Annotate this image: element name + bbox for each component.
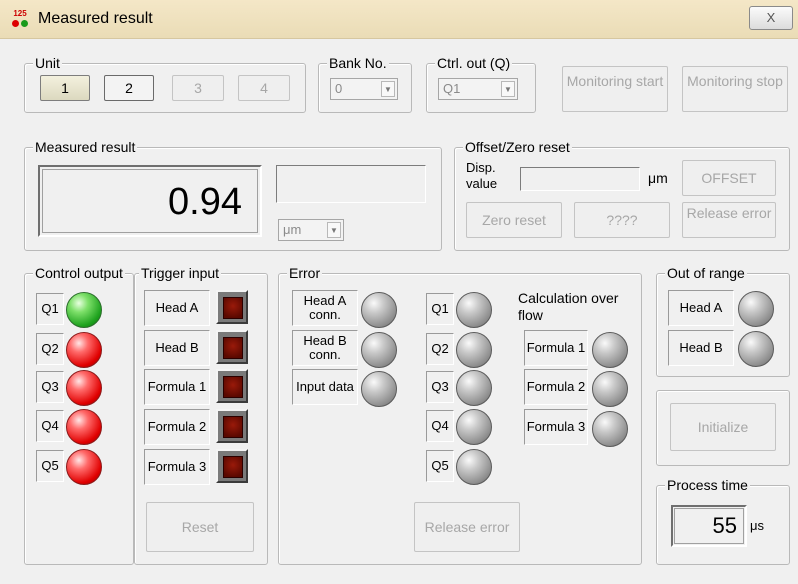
error-q1-label: Q1 <box>426 293 454 325</box>
control-output-q1-label: Q1 <box>36 293 64 325</box>
error-q4-led <box>456 409 492 445</box>
measured-aux-display <box>276 165 426 203</box>
trigger-formula-2-indicator[interactable] <box>216 409 248 443</box>
control-output-label: Control output <box>33 264 125 282</box>
measured-value: 0.94 <box>168 181 242 223</box>
offset-button[interactable]: OFFSET <box>682 160 776 196</box>
bank-no-label: Bank No. <box>327 54 389 72</box>
measured-unit-value: μm <box>283 222 302 237</box>
trigger-head-b-label: Head B <box>144 330 210 366</box>
app-icon-green-dot <box>21 20 28 27</box>
calc-overflow-label: Calculation over flow <box>518 290 619 323</box>
measured-unit-select[interactable]: μm ▼ <box>278 219 344 241</box>
measured-value-display: 0.94 <box>38 165 262 237</box>
process-time-label: Process time <box>665 476 750 494</box>
control-output-q2-led <box>66 332 102 368</box>
trigger-formula-2-label: Formula 2 <box>144 409 210 445</box>
disp-unit-label: μm <box>648 170 668 186</box>
unit-3-button[interactable]: 3 <box>172 75 224 101</box>
process-time-unit: μs <box>750 518 764 533</box>
question-button[interactable]: ???? <box>574 202 670 238</box>
reset-button[interactable]: Reset <box>146 502 254 552</box>
app-icon-red-dot <box>12 20 19 27</box>
error-label: Error <box>287 264 323 282</box>
chevron-down-icon: ▼ <box>327 222 341 238</box>
trigger-head-a-indicator[interactable] <box>216 290 248 324</box>
calc-formula-3-label: Formula 3 <box>524 409 588 445</box>
error-head-b-conn-label: Head B conn. <box>292 330 358 366</box>
error-q2-label: Q2 <box>426 333 454 365</box>
unit-1-button[interactable]: 1 <box>40 75 90 101</box>
offset-zero-label: Offset/Zero reset <box>463 138 572 156</box>
out-of-range-head-b-led <box>738 331 774 367</box>
error-q3-label: Q3 <box>426 371 454 403</box>
error-q5-led <box>456 449 492 485</box>
chevron-down-icon: ▼ <box>501 81 515 97</box>
monitoring-stop-button[interactable]: Monitoring stop <box>682 66 788 112</box>
measured-result-window: 125 Measured result X Unit 1 2 3 4 Bank … <box>0 0 798 584</box>
calc-formula-1-label: Formula 1 <box>524 330 588 366</box>
process-time-display: 55 <box>671 505 747 547</box>
calc-formula-2-label: Formula 2 <box>524 369 588 405</box>
error-head-a-conn-label: Head A conn. <box>292 290 358 326</box>
control-output-q5-led <box>66 449 102 485</box>
control-output-q3-label: Q3 <box>36 371 64 403</box>
control-output-q3-led <box>66 370 102 406</box>
error-head-a-conn-led <box>361 292 397 328</box>
ctrl-out-select[interactable]: Q1 ▼ <box>438 78 518 100</box>
out-of-range-head-a-label: Head A <box>668 290 734 326</box>
monitoring-start-button[interactable]: Monitoring start <box>562 66 668 112</box>
out-of-range-label: Out of range <box>665 264 747 282</box>
ctrl-out-label: Ctrl. out (Q) <box>435 54 513 72</box>
initialize-button[interactable]: Initialize <box>670 403 776 451</box>
disp-value-input[interactable] <box>520 167 640 191</box>
bank-no-select[interactable]: 0 ▼ <box>330 78 398 100</box>
unit-group-label: Unit <box>33 54 62 72</box>
control-output-q4-label: Q4 <box>36 410 64 442</box>
zero-reset-button[interactable]: Zero reset <box>466 202 562 238</box>
measured-result-label: Measured result <box>33 138 138 156</box>
control-output-q2-label: Q2 <box>36 333 64 365</box>
trigger-formula-1-indicator[interactable] <box>216 369 248 403</box>
window-title: Measured result <box>38 10 153 27</box>
chevron-down-icon: ▼ <box>381 81 395 97</box>
release-error-offset-button[interactable]: Release error <box>682 202 776 238</box>
control-output-q1-led <box>66 292 102 328</box>
disp-value-label: Disp. value <box>466 160 498 191</box>
error-q2-led <box>456 332 492 368</box>
title-bar[interactable]: 125 Measured result X <box>0 0 798 39</box>
trigger-formula-3-label: Formula 3 <box>144 449 210 485</box>
control-output-q5-label: Q5 <box>36 450 64 482</box>
unit-4-button[interactable]: 4 <box>238 75 290 101</box>
error-input-data-led <box>361 371 397 407</box>
trigger-input-label: Trigger input <box>139 264 222 282</box>
calc-formula-1-led <box>592 332 628 368</box>
release-error-button[interactable]: Release error <box>414 502 520 552</box>
error-head-b-conn-led <box>361 332 397 368</box>
error-q4-label: Q4 <box>426 410 454 442</box>
close-button[interactable]: X <box>749 6 793 30</box>
app-icon: 125 <box>10 10 30 28</box>
calc-formula-3-led <box>592 411 628 447</box>
trigger-head-b-indicator[interactable] <box>216 330 248 364</box>
trigger-formula-1-label: Formula 1 <box>144 369 210 405</box>
error-input-data-label: Input data <box>292 369 358 405</box>
error-q1-led <box>456 292 492 328</box>
unit-2-button[interactable]: 2 <box>104 75 154 101</box>
trigger-formula-3-indicator[interactable] <box>216 449 248 483</box>
out-of-range-head-b-label: Head B <box>668 330 734 366</box>
process-time-value: 55 <box>712 513 737 538</box>
trigger-head-a-label: Head A <box>144 290 210 326</box>
calc-formula-2-led <box>592 371 628 407</box>
out-of-range-head-a-led <box>738 291 774 327</box>
bank-no-value: 0 <box>335 81 343 96</box>
control-output-q4-led <box>66 409 102 445</box>
error-q3-led <box>456 370 492 406</box>
app-icon-text: 125 <box>13 9 27 18</box>
ctrl-out-value: Q1 <box>443 81 461 96</box>
error-q5-label: Q5 <box>426 450 454 482</box>
